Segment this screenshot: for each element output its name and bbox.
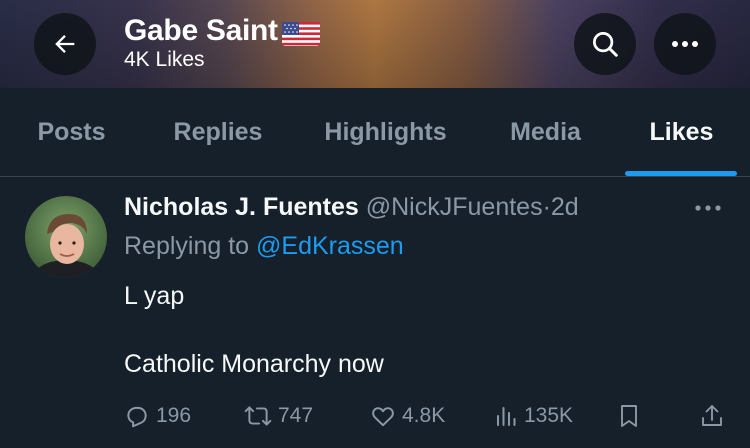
- back-button[interactable]: [34, 13, 96, 75]
- more-horizontal-icon: [695, 205, 721, 211]
- avatar[interactable]: [25, 196, 107, 278]
- like-button[interactable]: 4.8K: [370, 396, 445, 436]
- tab-posts[interactable]: Posts: [0, 88, 143, 176]
- replying-prefix: Replying to: [124, 232, 250, 260]
- us-flag-icon: [281, 20, 320, 46]
- header-title-block: Gabe Saint 4K Likes: [124, 14, 320, 72]
- views-icon: [497, 407, 516, 426]
- like-icon: [372, 407, 394, 427]
- likes-count-subtitle: 4K Likes: [124, 48, 205, 71]
- bookmark-icon: [621, 405, 637, 427]
- tab-replies[interactable]: Replies: [143, 88, 293, 176]
- profile-header: [0, 0, 750, 88]
- views-count: 135K: [524, 404, 574, 427]
- repost-count: 747: [278, 404, 314, 427]
- back-arrow-icon: [55, 35, 75, 53]
- tweet-more-button[interactable]: [690, 196, 726, 220]
- bookmark-button[interactable]: [617, 396, 641, 436]
- profile-name: Gabe Saint: [124, 14, 278, 47]
- share-button[interactable]: [700, 396, 724, 436]
- author-name[interactable]: Nicholas J. Fuentes: [124, 193, 359, 221]
- search-icon: [593, 32, 618, 57]
- views-button[interactable]: 135K: [494, 396, 573, 436]
- reply-count: 196: [156, 404, 192, 427]
- tweet-header: Nicholas J. Fuentes @NickJFuentes·2d: [124, 193, 579, 222]
- tweet-text-line-2: Catholic Monarchy now: [124, 350, 384, 378]
- search-button[interactable]: [574, 13, 636, 75]
- tab-media[interactable]: Media: [478, 88, 613, 176]
- reply-button[interactable]: 196: [124, 396, 191, 436]
- separator-dot: ·: [542, 193, 551, 221]
- more-horizontal-icon: [672, 41, 698, 47]
- tab-highlights[interactable]: Highlights: [293, 88, 478, 176]
- replying-to-line: Replying to @EdKrassen: [124, 232, 404, 261]
- author-handle[interactable]: @NickJFuentes: [366, 193, 543, 221]
- more-options-button[interactable]: [654, 13, 716, 75]
- profile-tabs: Posts Replies Highlights Media Likes: [0, 88, 750, 177]
- repost-button[interactable]: 747: [244, 396, 313, 436]
- replying-mention-link[interactable]: @EdKrassen: [256, 232, 404, 260]
- active-tab-indicator: [625, 171, 737, 176]
- tweet-actions: 196 747 4.8K 135K: [0, 396, 750, 436]
- repost-icon: [244, 406, 272, 426]
- tweet-text-line-1: L yap: [124, 282, 185, 310]
- tweet-time[interactable]: 2d: [551, 193, 579, 221]
- like-count: 4.8K: [402, 404, 446, 427]
- reply-icon: [127, 406, 147, 428]
- tab-likes[interactable]: Likes: [613, 88, 750, 176]
- share-icon: [702, 405, 722, 426]
